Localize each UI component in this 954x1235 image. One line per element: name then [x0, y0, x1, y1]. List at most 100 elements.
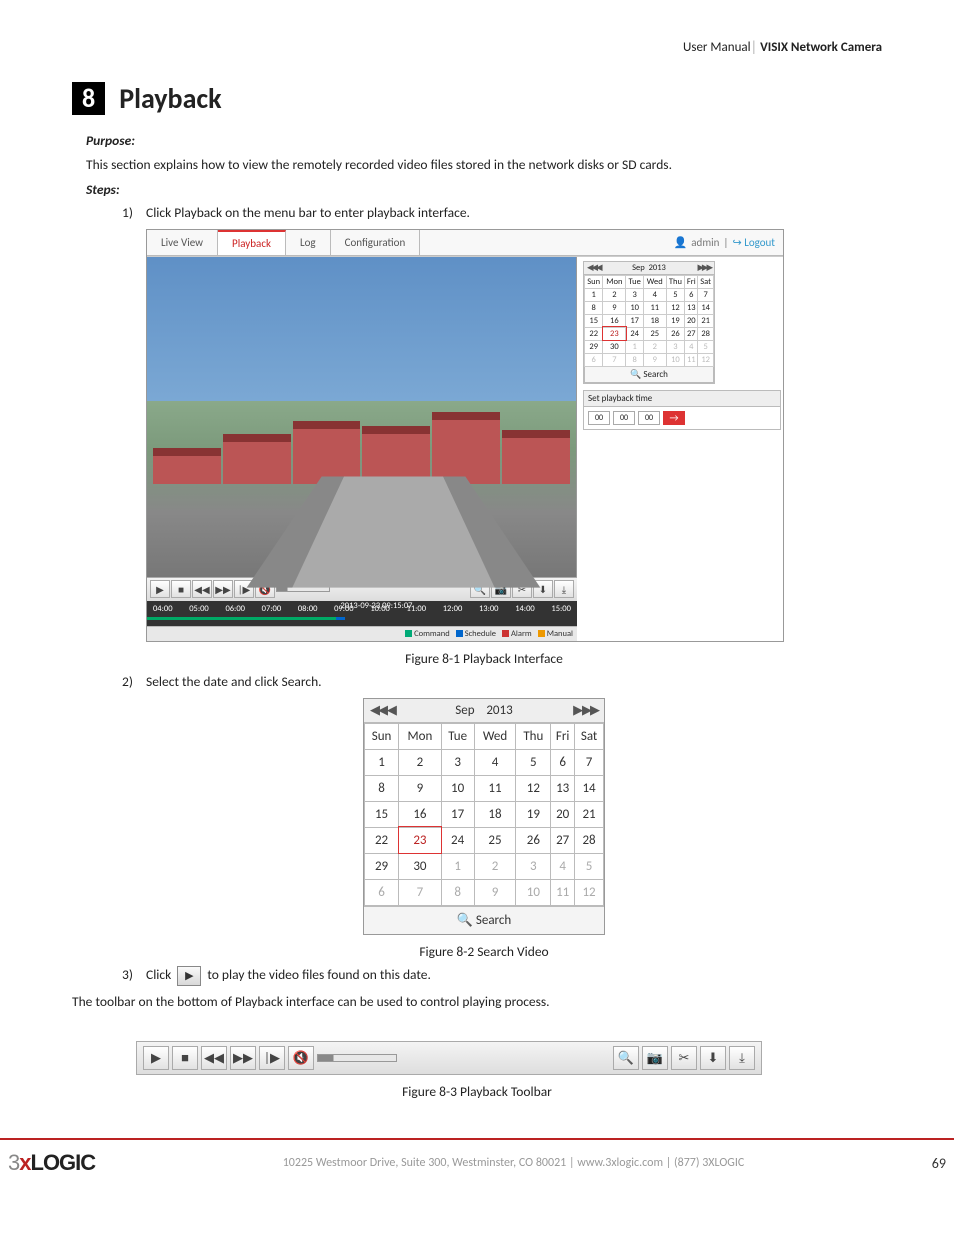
step-button[interactable]: |▶	[259, 1046, 285, 1070]
calendar-day[interactable]: 11	[685, 353, 698, 366]
calendar-day[interactable]: 6	[551, 749, 575, 775]
calendar-day[interactable]: 14	[575, 775, 604, 801]
calendar-day[interactable]: 27	[551, 827, 575, 853]
calendar-day[interactable]: 12	[516, 775, 551, 801]
calendar-day[interactable]: 19	[666, 314, 685, 327]
calendar-day[interactable]: 20	[551, 801, 575, 827]
tab-log[interactable]: Log	[286, 230, 331, 255]
calendar-day[interactable]: 8	[441, 879, 474, 905]
prev-month-icon[interactable]: ◀◀ ◀	[370, 703, 395, 718]
calendar-day[interactable]: 2	[474, 853, 516, 879]
calendar-day[interactable]: 4	[474, 749, 516, 775]
calendar-day[interactable]: 4	[685, 340, 698, 353]
calendar-day[interactable]: 7	[698, 288, 714, 301]
calendar-day[interactable]: 28	[698, 327, 714, 340]
calendar-day[interactable]: 9	[644, 353, 667, 366]
calendar-day[interactable]: 6	[365, 879, 399, 905]
calendar-day[interactable]: 18	[644, 314, 667, 327]
calendar-day[interactable]: 30	[603, 340, 626, 353]
time-mm[interactable]: 00	[613, 411, 635, 425]
calendar-day[interactable]: 18	[474, 801, 516, 827]
calendar-day[interactable]: 3	[666, 340, 685, 353]
calendar-day[interactable]: 26	[516, 827, 551, 853]
calendar-day[interactable]: 10	[516, 879, 551, 905]
calendar-day[interactable]: 9	[603, 301, 626, 314]
calendar-day[interactable]: 15	[585, 314, 603, 327]
calendar-day[interactable]: 5	[516, 749, 551, 775]
calendar-day[interactable]: 10	[626, 301, 644, 314]
play-icon[interactable]: ▶	[177, 966, 201, 986]
tab-live-view[interactable]: Live View	[147, 230, 218, 255]
calendar-day[interactable]: 1	[585, 288, 603, 301]
rewind-button[interactable]: ◀◀	[192, 580, 212, 598]
calendar-day[interactable]: 11	[551, 879, 575, 905]
calendar-day[interactable]: 30	[399, 853, 442, 879]
snapshot-icon[interactable]: 📷	[642, 1046, 668, 1070]
calendar-day[interactable]: 1	[626, 340, 644, 353]
play-button[interactable]: ▶	[143, 1046, 169, 1070]
calendar-day[interactable]: 3	[626, 288, 644, 301]
calendar-day[interactable]: 9	[474, 879, 516, 905]
stop-button[interactable]: ■	[171, 580, 191, 598]
calendar-day[interactable]: 15	[365, 801, 399, 827]
calendar-day[interactable]: 1	[365, 749, 399, 775]
calendar-day[interactable]: 22	[585, 327, 603, 340]
calendar-day[interactable]: 16	[603, 314, 626, 327]
play-button[interactable]: ▶	[150, 580, 170, 598]
calendar-day[interactable]: 8	[626, 353, 644, 366]
calendar-day[interactable]: 8	[585, 301, 603, 314]
calendar-day[interactable]: 20	[685, 314, 698, 327]
time-hh[interactable]: 00	[588, 411, 610, 425]
calendar-day[interactable]: 11	[644, 301, 667, 314]
calendar-day[interactable]: 24	[441, 827, 474, 853]
calendar-day[interactable]: 23	[603, 327, 626, 340]
volume-slider[interactable]	[317, 1054, 397, 1062]
rewind-button[interactable]: ◀◀	[201, 1046, 227, 1070]
calendar-day[interactable]: 29	[365, 853, 399, 879]
calendar-day[interactable]: 16	[399, 801, 442, 827]
calendar-day[interactable]: 29	[585, 340, 603, 353]
calendar-day[interactable]: 9	[399, 775, 442, 801]
calendar-day[interactable]: 26	[666, 327, 685, 340]
search-button-small[interactable]: 🔍 Search	[584, 367, 714, 383]
calendar-day[interactable]: 4	[551, 853, 575, 879]
calendar-day[interactable]: 19	[516, 801, 551, 827]
timeline[interactable]: 2013-09-23 09:15:07 04:0005:0006:0007:00…	[147, 601, 577, 626]
calendar-day[interactable]: 17	[441, 801, 474, 827]
calendar-day[interactable]: 5	[698, 340, 714, 353]
calendar-day[interactable]: 12	[698, 353, 714, 366]
calendar-day[interactable]: 2	[644, 340, 667, 353]
calendar-day[interactable]: 2	[399, 749, 442, 775]
export-icon[interactable]: ⤓	[554, 580, 574, 598]
calendar-day[interactable]: 6	[585, 353, 603, 366]
calendar-day[interactable]: 13	[685, 301, 698, 314]
logout-link[interactable]: ↪ Logout	[732, 236, 775, 249]
time-ss[interactable]: 00	[638, 411, 660, 425]
calendar-day[interactable]: 23	[399, 827, 442, 853]
calendar-day[interactable]: 10	[441, 775, 474, 801]
calendar-day[interactable]: 7	[603, 353, 626, 366]
calendar-day[interactable]: 13	[551, 775, 575, 801]
tab-configuration[interactable]: Configuration	[331, 230, 421, 255]
calendar-day[interactable]: 5	[666, 288, 685, 301]
calendar-day[interactable]: 25	[474, 827, 516, 853]
calendar-day[interactable]: 12	[575, 879, 604, 905]
calendar-day[interactable]: 10	[666, 353, 685, 366]
calendar-day[interactable]: 28	[575, 827, 604, 853]
calendar-day[interactable]: 3	[516, 853, 551, 879]
download-icon[interactable]: ⬇	[700, 1046, 726, 1070]
calendar-day[interactable]: 4	[644, 288, 667, 301]
mute-icon[interactable]: 🔇	[288, 1046, 314, 1070]
forward-button[interactable]: ▶▶	[213, 580, 233, 598]
video-viewport[interactable]	[147, 257, 577, 577]
go-time-button[interactable]: →	[663, 411, 685, 425]
calendar-day[interactable]: 21	[575, 801, 604, 827]
calendar-day[interactable]: 24	[626, 327, 644, 340]
calendar-day[interactable]: 7	[575, 749, 604, 775]
search-button[interactable]: 🔍 Search	[364, 906, 604, 934]
next-month-icon[interactable]: ▶ ▶▶	[697, 263, 711, 273]
calendar-day[interactable]: 27	[685, 327, 698, 340]
next-month-icon[interactable]: ▶ ▶▶	[573, 703, 598, 718]
calendar-day[interactable]: 21	[698, 314, 714, 327]
calendar-day[interactable]: 7	[399, 879, 442, 905]
